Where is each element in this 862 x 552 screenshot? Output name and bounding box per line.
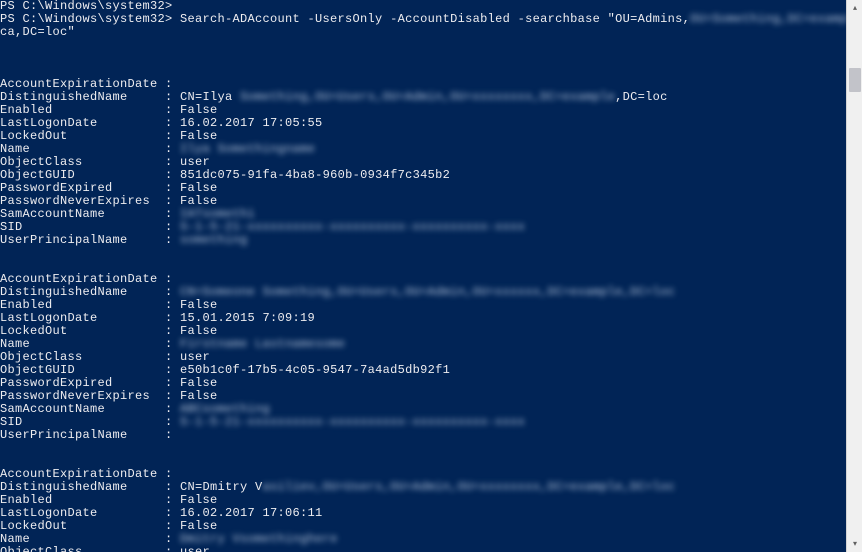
label-lastlogondate: LastLogonDate [0, 311, 98, 325]
label-lockedout: LockedOut [0, 324, 68, 338]
label-distinguishedname: DistinguishedName [0, 90, 128, 104]
label-objectclass: ObjectClass [0, 545, 83, 552]
value-passwordneverexpires: False [180, 389, 218, 403]
label-name: Name [0, 337, 30, 351]
value-objectguid: e50b1c0f-17b5-4c05-9547-7a4ad5db92f1 [180, 363, 450, 377]
label-distinguishedname: DistinguishedName [0, 480, 128, 494]
record-block: AccountExpirationDate : DistinguishedNam… [0, 468, 846, 552]
prompt-command: Search-ADAccount -UsersOnly -AccountDisa… [180, 12, 690, 26]
redacted-text: ABCsomething [180, 402, 270, 416]
label-enabled: Enabled [0, 298, 53, 312]
label-lockedout: LockedOut [0, 129, 68, 143]
vertical-scrollbar[interactable]: ▴ ▾ [846, 0, 862, 552]
label-name: Name [0, 532, 30, 546]
label-lastlogondate: LastLogonDate [0, 116, 98, 130]
value-enabled: False [180, 298, 218, 312]
scroll-thumb[interactable] [849, 68, 861, 92]
label-enabled: Enabled [0, 103, 53, 117]
label-sid: SID [0, 415, 23, 429]
label-objectguid: ObjectGUID [0, 168, 75, 182]
redacted-text: asiliev,OU=Users,OU=Admin,OU=xxxxxxxx,DC… [263, 480, 676, 494]
value-passwordneverexpires: False [180, 194, 218, 208]
redacted-text: OU=Something,DC=example [690, 12, 846, 26]
redacted-text: IATsomethi [180, 207, 255, 221]
value-dn-prefix: CN=Ilya [180, 90, 233, 104]
label-passwordneverexpires: PasswordNeverExpires [0, 194, 150, 208]
label-accountexpirationdate: AccountExpirationDate [0, 272, 158, 286]
value-passwordexpired: False [180, 376, 218, 390]
redacted-text: something [180, 233, 248, 247]
record-block: AccountExpirationDate : DistinguishedNam… [0, 273, 846, 442]
label-objectguid: ObjectGUID [0, 363, 75, 377]
value-lockedout: False [180, 324, 218, 338]
redacted-text: Ilya Somethingname [180, 142, 315, 156]
redacted-text: S-1-5-21-xxxxxxxxxx-xxxxxxxxxx-xxxxxxxxx… [180, 415, 525, 429]
label-sid: SID [0, 220, 23, 234]
prompt-line-2: ca,DC=loc" [0, 26, 846, 39]
value-lockedout: False [180, 519, 218, 533]
label-accountexpirationdate: AccountExpirationDate [0, 77, 158, 91]
value-objectclass: user [180, 155, 210, 169]
label-accountexpirationdate: AccountExpirationDate [0, 467, 158, 481]
redacted-text: CN=Someone Something,OU=Users,OU=Admin,O… [180, 285, 675, 299]
redacted-text: S-1-5-21-xxxxxxxxxx-xxxxxxxxxx-xxxxxxxxx… [180, 220, 525, 234]
value-objectguid: 851dc075-91fa-4ba8-960b-0934f7c345b2 [180, 168, 450, 182]
label-userprincipalname: UserPrincipalName [0, 428, 128, 442]
value-lastlogondate: 16.02.2017 17:06:11 [180, 506, 323, 520]
label-lastlogondate: LastLogonDate [0, 506, 98, 520]
prompt-prefix: PS C:\Windows\system32> [0, 12, 180, 26]
label-objectclass: ObjectClass [0, 155, 83, 169]
redacted-text: Dmitry Vsomethinghere [180, 532, 338, 546]
label-userprincipalname: UserPrincipalName [0, 233, 128, 247]
label-enabled: Enabled [0, 493, 53, 507]
value-lastlogondate: 15.01.2015 7:09:19 [180, 311, 315, 325]
prompt-line-1: PS C:\Windows\system32> Search-ADAccount… [0, 13, 846, 26]
value-passwordexpired: False [180, 181, 218, 195]
label-passwordneverexpires: PasswordNeverExpires [0, 389, 150, 403]
redacted-text: Something,OU=Users,OU=Admin,OU=xxxxxxxx,… [240, 90, 615, 104]
value-enabled: False [180, 103, 218, 117]
record-block: AccountExpirationDate : DistinguishedNam… [0, 78, 846, 247]
value-objectclass: user [180, 350, 210, 364]
label-samaccountname: SamAccountName [0, 402, 105, 416]
scroll-down-arrow-icon[interactable]: ▾ [847, 536, 862, 552]
label-passwordexpired: PasswordExpired [0, 181, 113, 195]
label-samaccountname: SamAccountName [0, 207, 105, 221]
value-enabled: False [180, 493, 218, 507]
label-passwordexpired: PasswordExpired [0, 376, 113, 390]
scroll-up-arrow-icon[interactable]: ▴ [847, 0, 862, 16]
value-lastlogondate: 16.02.2017 17:05:55 [180, 116, 323, 130]
scroll-track[interactable] [847, 16, 862, 536]
label-lockedout: LockedOut [0, 519, 68, 533]
value-lockedout: False [180, 129, 218, 143]
powershell-console[interactable]: PS C:\Windows\system32> PS C:\Windows\sy… [0, 0, 846, 552]
prompt-continuation: ca,DC=loc" [0, 25, 75, 39]
blank-line [0, 52, 846, 65]
label-name: Name [0, 142, 30, 156]
value-dn-prefix: CN=Dmitry V [180, 480, 263, 494]
redacted-text: Firstname Lastnamesome [180, 337, 345, 351]
label-objectclass: ObjectClass [0, 350, 83, 364]
label-distinguishedname: DistinguishedName [0, 285, 128, 299]
value-dn-suffix: ,DC=loc [615, 90, 668, 104]
value-objectclass: user [180, 545, 210, 552]
